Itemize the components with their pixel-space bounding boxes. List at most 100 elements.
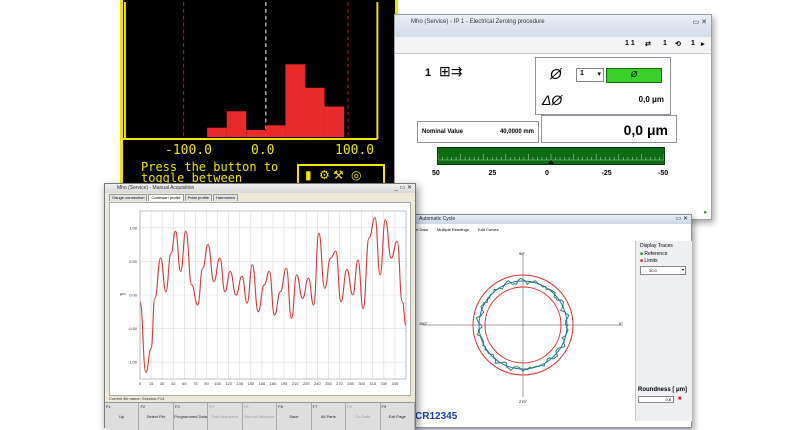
probe-icon: ⊞⇉ bbox=[439, 63, 463, 79]
probe-selector-value: 1 bbox=[580, 70, 584, 77]
function-key-f7[interactable]: F7 All Parts bbox=[312, 403, 347, 430]
y-tick-label: 1.00 bbox=[129, 225, 138, 230]
function-key-number: F7 bbox=[312, 404, 318, 409]
histogram-bar bbox=[207, 127, 227, 138]
histogram-bar bbox=[265, 125, 286, 138]
toolbar-number-2: 1 bbox=[691, 40, 695, 47]
function-key-f8[interactable]: F8 Go Data bbox=[346, 403, 381, 430]
display-traces-label: Display Traces bbox=[640, 243, 673, 249]
function-key-label: Up bbox=[119, 414, 125, 419]
measurement-value: 0,0 μm bbox=[623, 122, 668, 138]
diameter-panel: Ø 1 ▾ Ø ΔØ 0,0 μm bbox=[535, 57, 671, 115]
checkbox-icon[interactable]: ■ bbox=[640, 258, 643, 264]
histogram-scale-mid: 0.0 bbox=[251, 143, 275, 158]
x-tick-label: 105 bbox=[214, 381, 221, 386]
histogram-display-window: -100.0 0.0 100.0 Press the button to tog… bbox=[120, 0, 398, 195]
scale-select-value: 30.0 bbox=[649, 268, 657, 273]
gauge-label: 0 bbox=[545, 170, 549, 177]
polar-plot bbox=[423, 253, 623, 397]
tab-multiple-readings[interactable]: Multiple Readings bbox=[437, 227, 469, 232]
trace-reference-label: Reference bbox=[644, 251, 668, 257]
y-tick-label: 0.00 bbox=[129, 293, 138, 298]
function-key-f5[interactable]: F5 Record Selection bbox=[243, 403, 278, 430]
y-tick-label: -0.50 bbox=[128, 326, 138, 331]
auto-window-controls[interactable]: ▭ ✕ bbox=[676, 215, 688, 224]
tab-polar-profile[interactable]: Polar profile bbox=[184, 194, 212, 201]
nominal-label: Nominal Value bbox=[422, 129, 464, 135]
cartesian-line-chart: 0 15 30 45 60 75 90 105 120 135 150 165 180 195 210 225… bbox=[120, 210, 407, 386]
ok-indicator: Ø bbox=[606, 68, 662, 83]
y-tick-label: -1.00 bbox=[128, 360, 138, 365]
serial-number: CR12345 bbox=[415, 411, 458, 422]
tab-cartesian-profile[interactable]: Cartesian profile bbox=[148, 194, 184, 201]
tab-harmonics[interactable]: Harmonics bbox=[212, 194, 239, 201]
chevron-down-icon: ▾ bbox=[597, 71, 601, 78]
traces-sidebar: Display Traces ■ Reference ■ Limits 30.0… bbox=[635, 241, 692, 421]
diameter-symbol: Ø bbox=[550, 66, 562, 83]
measurement-panel: 0,0 μm bbox=[541, 115, 677, 143]
x-tick-label: 165 bbox=[259, 381, 266, 386]
nominal-value: 40,0000 mm bbox=[499, 129, 534, 135]
gauge-label: -25 bbox=[601, 170, 612, 177]
status-led-icon: ■ bbox=[678, 396, 682, 402]
nominal-value-panel: Nominal Value 40,0000 mm bbox=[417, 121, 539, 143]
function-key-f9[interactable]: F9 Exit Page bbox=[381, 403, 415, 430]
function-key-number: F5 bbox=[243, 404, 249, 409]
trace-limits-row[interactable]: ■ Limits bbox=[640, 258, 657, 264]
page-indicator: 1 1 bbox=[625, 40, 635, 47]
tab-gauge-connection[interactable]: Gauge connection bbox=[109, 194, 148, 201]
chart-titlebar: Mho (Service) - Manual Acquisition _ ▭ ✕ bbox=[105, 184, 415, 193]
chevron-down-icon: ▾ bbox=[681, 267, 684, 272]
x-tick-label: 195 bbox=[281, 381, 288, 386]
angle-top: 90° bbox=[519, 251, 526, 256]
histogram-bar bbox=[285, 64, 305, 138]
nav-right-icon[interactable]: ▸ bbox=[701, 40, 705, 48]
x-tick-label: 240 bbox=[314, 381, 321, 386]
auto-tabs: Part Data Multiple Readings Edit Curves bbox=[411, 227, 507, 232]
x-tick-label: 330 bbox=[380, 381, 387, 386]
x-tick-label: 315 bbox=[369, 381, 376, 386]
toolbar-number: 1 bbox=[663, 40, 667, 47]
switch-icon[interactable]: ⇄ bbox=[645, 40, 651, 48]
function-key-f3[interactable]: F3 Programmed Data bbox=[174, 403, 209, 430]
zeroing-titlebar: Mho (Service) - IP 1 - Electrical Zeroin… bbox=[395, 15, 711, 38]
checkbox-icon[interactable]: ■ bbox=[640, 251, 643, 257]
nav-icon[interactable]: ⟲ bbox=[675, 40, 681, 48]
function-key-label: Record Selection bbox=[244, 414, 275, 419]
function-key-label: Exit Page bbox=[388, 414, 406, 419]
y-tick-label: 0.50 bbox=[129, 259, 138, 264]
function-key-label: All Parts bbox=[320, 414, 336, 419]
x-tick-label: 225 bbox=[303, 381, 310, 386]
tab-edit-curves[interactable]: Edit Curves bbox=[478, 227, 499, 232]
function-key-bar: F1 Up F2 Select File F3 Programmed Data F4 Part… bbox=[105, 402, 415, 430]
function-key-f6[interactable]: F6 Save bbox=[277, 403, 312, 430]
function-key-f2[interactable]: F2 Select File bbox=[139, 403, 174, 430]
histogram-bar bbox=[324, 106, 345, 138]
delta-value: 0,0 μm bbox=[638, 95, 664, 104]
probe-number: 1 bbox=[425, 67, 432, 79]
histogram-bar bbox=[226, 111, 247, 138]
automatic-cycle-window: Automatic Cycle ▭ ✕ Part Data Multiple R… bbox=[408, 214, 692, 428]
roundness-value: 0,8 bbox=[638, 396, 674, 403]
histogram-bar bbox=[246, 130, 266, 138]
x-tick-label: 0 bbox=[139, 381, 142, 386]
function-key-label: Programmed Data bbox=[174, 414, 207, 419]
trace-reference-row[interactable]: ■ Reference bbox=[640, 251, 668, 257]
scale-select[interactable]: 30.0 ▾ bbox=[640, 266, 686, 275]
histogram-scale-right: 100.0 bbox=[335, 143, 375, 158]
function-key-f4[interactable]: F4 Part Sequence bbox=[208, 403, 243, 430]
chart-window-controls[interactable]: _ ▭ ✕ bbox=[395, 184, 412, 193]
probe-selector[interactable]: 1 ▾ bbox=[576, 68, 604, 82]
delta-symbol: ΔØ bbox=[542, 92, 563, 108]
chart-tabs: Gauge connection Cartesian profile Polar p… bbox=[109, 194, 239, 201]
function-key-f1[interactable]: F1 Up bbox=[105, 403, 140, 430]
function-key-label: Save bbox=[289, 414, 299, 419]
x-tick-label: 345 bbox=[392, 381, 399, 386]
x-tick-label: 15 bbox=[149, 381, 154, 386]
x-tick-label: 150 bbox=[247, 381, 254, 386]
bar-indicator-icon: ▮ bbox=[305, 168, 312, 182]
x-tick-label: 60 bbox=[182, 381, 187, 386]
window-controls[interactable]: ▭ ✕ bbox=[693, 18, 707, 26]
x-tick-label: 75 bbox=[193, 381, 198, 386]
function-key-number: F3 bbox=[174, 404, 180, 409]
